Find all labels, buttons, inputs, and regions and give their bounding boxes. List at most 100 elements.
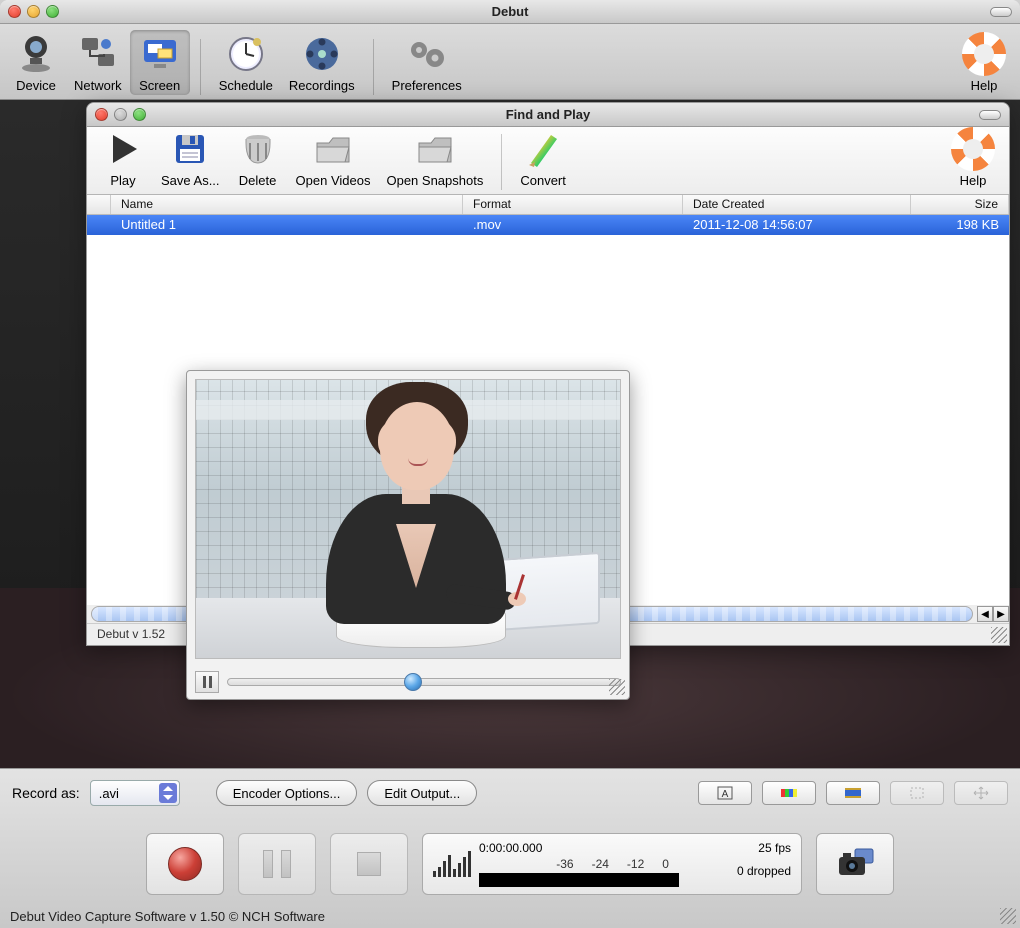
opensnapshots-button[interactable]: Open Snapshots [378, 125, 491, 190]
encoder-options-button[interactable]: Encoder Options... [216, 780, 358, 806]
fps-readout: 25 fps [758, 841, 791, 855]
main-titlebar[interactable]: Debut [0, 0, 1020, 24]
color-adjust-button[interactable] [762, 781, 816, 805]
zoom-icon[interactable] [133, 108, 146, 121]
webcam-icon [14, 32, 58, 76]
stop-button[interactable] [330, 833, 408, 895]
level-meter [479, 873, 679, 887]
scroll-right-icon[interactable]: ▶ [993, 606, 1009, 622]
toolbar-pill-icon[interactable] [979, 110, 1001, 120]
table-row[interactable]: Untitled 1 .mov 2011-12-08 14:56:07 198 … [87, 215, 1009, 235]
main-title: Debut [8, 4, 1012, 19]
screen-label: Screen [139, 78, 180, 93]
zoom-icon[interactable] [46, 5, 59, 18]
folder-icon [311, 127, 355, 171]
help-icon [962, 32, 1006, 76]
cell-name: Untitled 1 [111, 215, 463, 235]
snapshot-button[interactable] [816, 833, 894, 895]
slider-knob-icon[interactable] [404, 673, 422, 691]
resize-grip-icon[interactable] [1000, 908, 1016, 924]
findplay-help-button[interactable]: Help [943, 125, 1003, 190]
player-controls [187, 667, 629, 697]
move-button[interactable] [954, 781, 1008, 805]
resize-grip-icon[interactable] [609, 679, 625, 695]
seek-slider[interactable] [227, 678, 621, 686]
player-pause-button[interactable] [195, 671, 219, 693]
help-label: Help [971, 78, 998, 93]
toolbar-pill-icon[interactable] [990, 7, 1012, 17]
openvideos-label: Open Videos [296, 173, 371, 188]
stop-icon [357, 852, 381, 876]
close-icon[interactable] [8, 5, 21, 18]
col-date[interactable]: Date Created [683, 195, 911, 214]
toolbar-separator [373, 39, 374, 95]
play-button[interactable]: Play [93, 125, 153, 190]
record-icon [168, 847, 202, 881]
col-spacer [87, 195, 111, 214]
effects-button[interactable] [826, 781, 880, 805]
scroll-left-icon[interactable]: ◀ [977, 606, 993, 622]
filmreel-icon [300, 32, 344, 76]
timecode: 0:00:00.000 [479, 841, 542, 855]
recordings-button[interactable]: Recordings [281, 30, 363, 95]
openvideos-button[interactable]: Open Videos [288, 125, 379, 190]
minimize-icon[interactable] [114, 108, 127, 121]
screen-icon [138, 32, 182, 76]
recordings-label: Recordings [289, 78, 355, 93]
help-button[interactable]: Help [954, 30, 1014, 95]
col-name[interactable]: Name [111, 195, 463, 214]
delete-button[interactable]: Delete [228, 125, 288, 190]
record-button[interactable] [146, 833, 224, 895]
pause-button[interactable] [238, 833, 316, 895]
opensnapshots-label: Open Snapshots [386, 173, 483, 188]
folder-icon [413, 127, 457, 171]
findplay-title: Find and Play [95, 107, 1001, 122]
play-icon [101, 127, 145, 171]
db-mark: 0 [662, 857, 669, 871]
db-mark: -24 [592, 857, 609, 871]
traffic-lights [95, 108, 146, 121]
screen-button[interactable]: Screen [130, 30, 190, 95]
traffic-lights [8, 5, 59, 18]
crop-button[interactable] [890, 781, 944, 805]
play-label: Play [110, 173, 135, 188]
stepper-icon [159, 783, 177, 803]
gears-icon [405, 32, 449, 76]
preview-player[interactable] [186, 370, 630, 700]
cell-format: .mov [463, 215, 683, 235]
close-icon[interactable] [95, 108, 108, 121]
floppy-icon [168, 127, 212, 171]
network-icon [76, 32, 120, 76]
findplay-titlebar[interactable]: Find and Play [87, 103, 1009, 127]
table-header: Name Format Date Created Size [87, 195, 1009, 215]
main-window: Debut Device Network Screen Sche [0, 0, 1020, 928]
toolbar-separator [200, 39, 201, 95]
trash-icon [236, 127, 280, 171]
convert-button[interactable]: Convert [512, 125, 574, 190]
minimize-icon[interactable] [27, 5, 40, 18]
findplay-toolbar: Play Save As... Delete Open Videos Open … [87, 127, 1009, 195]
saveas-button[interactable]: Save As... [153, 125, 228, 190]
text-overlay-button[interactable]: A [698, 781, 752, 805]
col-size[interactable]: Size [911, 195, 1009, 214]
network-button[interactable]: Network [66, 30, 130, 95]
edit-output-button[interactable]: Edit Output... [367, 780, 477, 806]
meter-panel: 0:00:00.000 25 fps -36 -24 -12 0 [422, 833, 802, 895]
cell-date: 2011-12-08 14:56:07 [683, 215, 911, 235]
clock-icon [224, 32, 268, 76]
pause-icon [263, 850, 291, 878]
delete-label: Delete [239, 173, 277, 188]
resize-grip-icon[interactable] [991, 627, 1007, 643]
preferences-button[interactable]: Preferences [384, 30, 470, 95]
dropped-readout: 0 dropped [737, 864, 791, 878]
device-label: Device [16, 78, 56, 93]
col-format[interactable]: Format [463, 195, 683, 214]
camera-icon [835, 847, 875, 881]
convert-icon [521, 127, 565, 171]
format-select[interactable]: .avi [90, 780, 180, 806]
schedule-button[interactable]: Schedule [211, 30, 281, 95]
main-toolbar: Device Network Screen Schedule Recordin [0, 24, 1020, 100]
device-button[interactable]: Device [6, 30, 66, 95]
schedule-label: Schedule [219, 78, 273, 93]
toolbar-separator [501, 134, 502, 190]
